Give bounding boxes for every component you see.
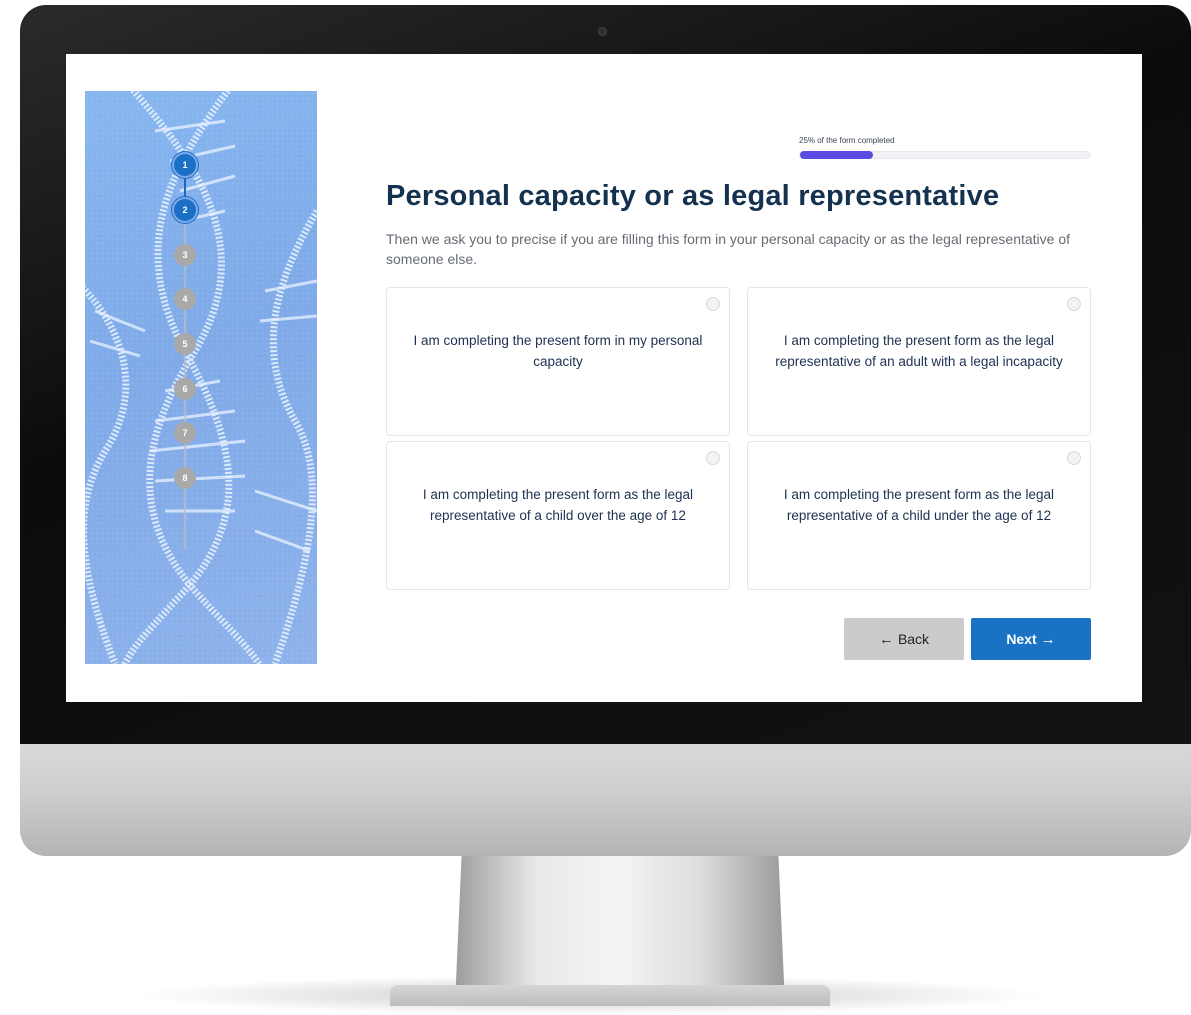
- option-radio[interactable]: [706, 297, 720, 311]
- arrow-right-icon: →: [1040, 630, 1056, 648]
- step-8[interactable]: 8: [174, 467, 196, 489]
- dna-sidebar-image: 1 2 3 4 5 6 7 8: [85, 91, 317, 664]
- progress-bar-fill: [800, 151, 873, 159]
- step-4[interactable]: 4: [174, 288, 196, 310]
- option-personal-capacity[interactable]: I am completing the present form in my p…: [386, 287, 730, 436]
- option-label: I am completing the present form as the …: [783, 486, 1055, 523]
- progress-bar: [799, 151, 1091, 159]
- option-adult-legal-incapacity[interactable]: I am completing the present form as the …: [747, 287, 1091, 436]
- option-radio[interactable]: [706, 451, 720, 465]
- monitor-stand: [455, 855, 785, 1005]
- monitor-chin: [20, 744, 1191, 856]
- progress-label: 25% of the form completed: [799, 136, 895, 145]
- step-3[interactable]: 3: [174, 244, 196, 266]
- page-title: Personal capacity or as legal representa…: [386, 180, 1000, 212]
- step-7[interactable]: 7: [174, 422, 196, 444]
- back-button-label: Back: [897, 631, 930, 647]
- step-6[interactable]: 6: [174, 378, 196, 400]
- option-child-under-12[interactable]: I am completing the present form as the …: [747, 441, 1091, 590]
- option-radio[interactable]: [1067, 451, 1081, 465]
- monitor-stand-base: [390, 985, 830, 1006]
- step-2[interactable]: 2: [174, 199, 196, 221]
- option-label: I am completing the present form as the …: [422, 486, 694, 523]
- next-button-label: Next: [1006, 631, 1037, 647]
- next-button[interactable]: Next →: [971, 618, 1091, 660]
- screen: 1 2 3 4 5 6 7 8 25% of the form complete…: [66, 54, 1142, 702]
- option-radio[interactable]: [1067, 297, 1081, 311]
- option-label: I am completing the present form in my p…: [413, 332, 703, 369]
- arrow-left-icon: ←: [878, 630, 894, 648]
- option-child-over-12[interactable]: I am completing the present form as the …: [386, 441, 730, 590]
- back-button[interactable]: ← Back: [844, 618, 964, 660]
- stepper-track: [184, 164, 186, 549]
- step-5[interactable]: 5: [174, 333, 196, 355]
- step-1[interactable]: 1: [174, 154, 196, 176]
- dna-helix-illustration: [85, 91, 317, 664]
- page-subtitle: Then we ask you to precise if you are fi…: [386, 231, 1071, 267]
- camera-icon: [598, 27, 607, 36]
- option-label: I am completing the present form as the …: [775, 332, 1063, 369]
